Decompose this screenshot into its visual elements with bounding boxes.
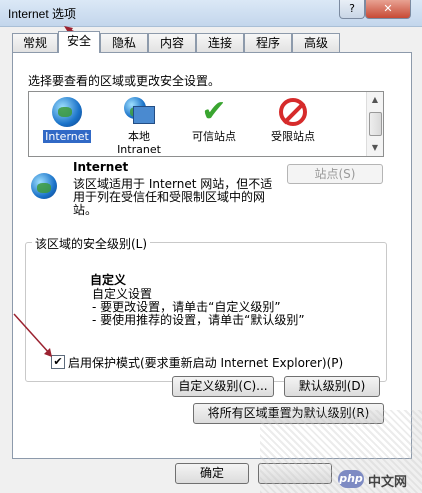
default-level-button[interactable]: 默认级别(D) <box>284 376 380 397</box>
help-button[interactable]: ? <box>339 0 365 19</box>
zone-label-trusted: 可信站点 <box>192 130 236 143</box>
zone-trusted-sites[interactable]: ✔ 可信站点 <box>182 92 246 144</box>
scroll-up-icon[interactable]: ▲ <box>367 92 383 108</box>
ok-button[interactable]: 确定 <box>175 463 249 484</box>
checkmark-icon: ✔ <box>201 94 227 129</box>
scroll-down-icon[interactable]: ▼ <box>367 140 383 156</box>
globe-icon <box>51 96 83 128</box>
tab-advanced[interactable]: 高级 <box>292 33 340 52</box>
tab-general[interactable]: 常规 <box>12 33 58 52</box>
php-logo-icon: php <box>338 470 364 488</box>
protected-mode-label: 启用保护模式(要求重新启动 Internet Explorer)(P) <box>68 356 344 370</box>
zone-list: Internet 本地 Intranet ✔ 可信站点 受限站点 ▲ ▼ <box>28 91 384 157</box>
watermark-text: 中文网 <box>368 475 408 490</box>
tab-connections[interactable]: 连接 <box>196 33 244 52</box>
site-watermark: php 中文网 <box>338 470 418 490</box>
zone-internet[interactable]: Internet <box>35 92 99 143</box>
sites-button[interactable]: 站点(S) <box>287 164 383 184</box>
custom-level-button[interactable]: 自定义级别(C)... <box>172 376 274 397</box>
annotation-arrow-icon <box>13 313 52 357</box>
level-description: 自定义设置 - 要更改设置，请单击“自定义级别” - 要使用推荐的设置，请单击“… <box>92 287 305 327</box>
zone-label-intranet: 本地 Intranet <box>117 130 161 156</box>
tab-programs[interactable]: 程序 <box>244 33 292 52</box>
tab-privacy[interactable]: 隐私 <box>100 33 148 52</box>
level-title: 自定义 <box>90 273 127 287</box>
no-entry-icon <box>277 96 309 128</box>
zone-restricted-sites[interactable]: 受限站点 <box>261 92 325 143</box>
globe-icon <box>30 172 58 200</box>
local-intranet-icon <box>123 96 155 128</box>
zone-prompt: 选择要查看的区域或更改安全设置。 <box>28 74 221 88</box>
zone-label-restricted: 受限站点 <box>271 130 315 143</box>
zone-description: 该区域适用于 Internet 网站，但不适用于列在受信任和受限制区域中的网站。 <box>73 177 273 217</box>
zone-description-title: Internet <box>73 160 129 174</box>
zone-local-intranet[interactable]: 本地 Intranet <box>107 92 171 156</box>
scroll-thumb[interactable] <box>369 112 382 136</box>
close-button[interactable]: ✕ <box>365 0 411 19</box>
security-level-label: 该区域的安全级别(L) <box>32 235 151 252</box>
zone-label-internet: Internet <box>43 130 91 143</box>
tab-content[interactable]: 内容 <box>148 33 196 52</box>
internet-options-dialog: Internet 选项 ? ✕ 常规 安全 隐私 内容 连接 程序 高级 选择要… <box>0 0 422 493</box>
zone-scrollbar[interactable]: ▲ ▼ <box>366 92 383 156</box>
tab-security[interactable]: 安全 <box>58 31 100 53</box>
